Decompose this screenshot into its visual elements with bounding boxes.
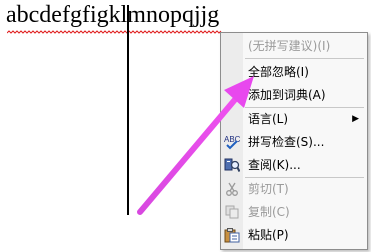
annotation-arrow [137,76,254,215]
